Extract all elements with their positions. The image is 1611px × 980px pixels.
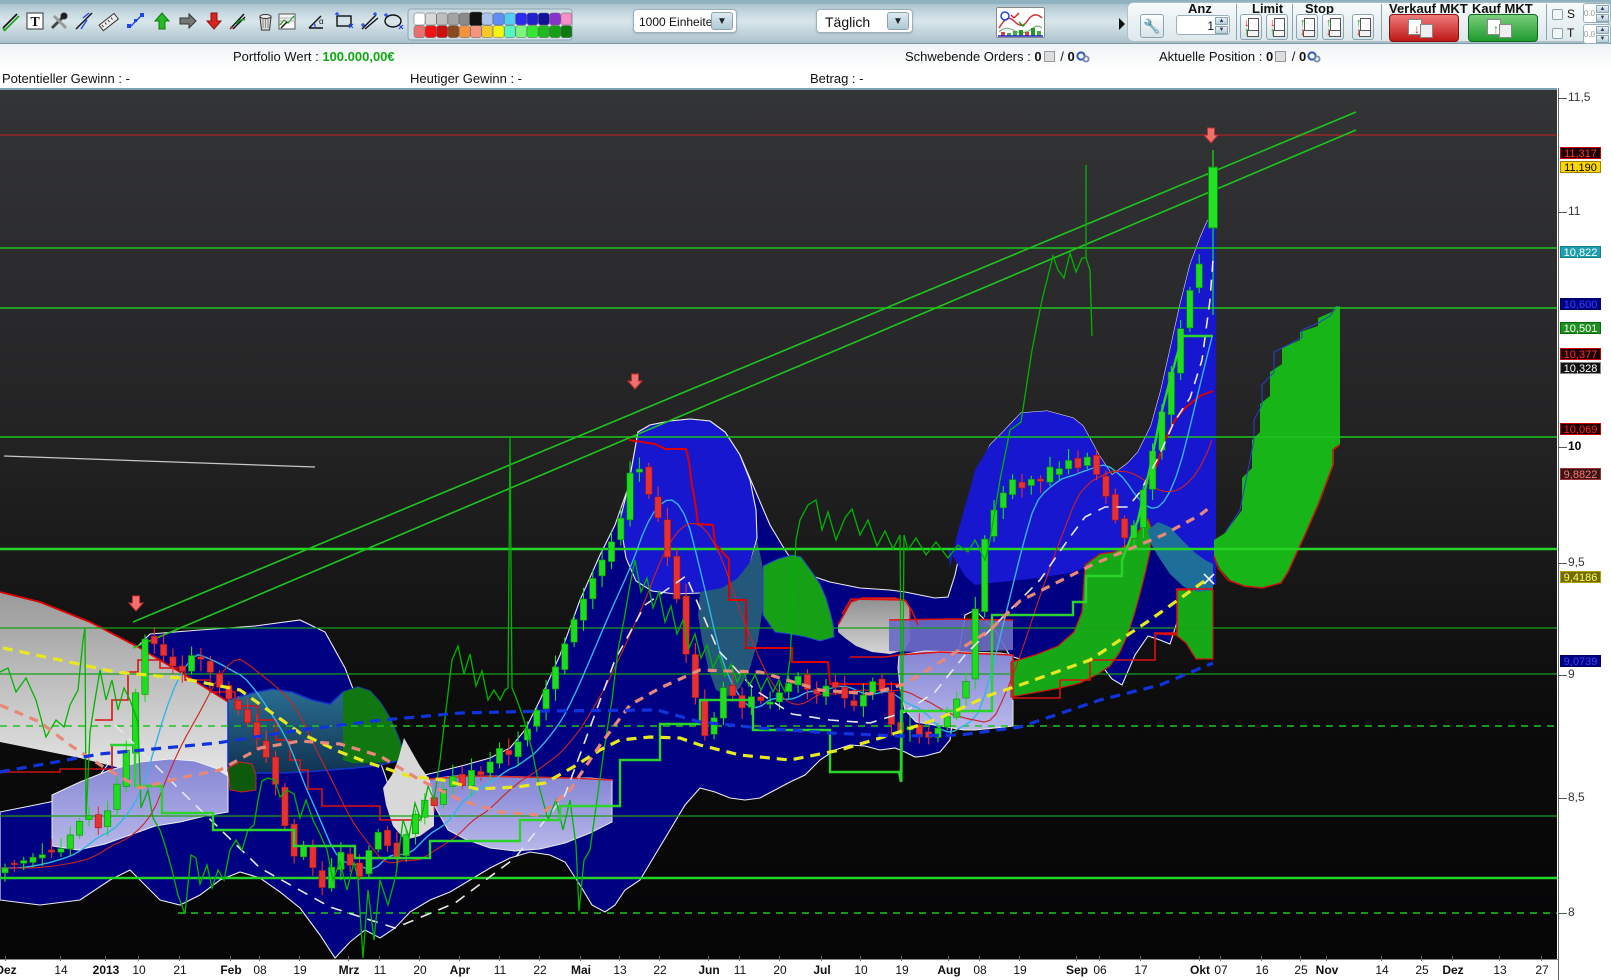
svg-text:α: α	[319, 17, 324, 26]
svg-text:T: T	[30, 15, 40, 30]
